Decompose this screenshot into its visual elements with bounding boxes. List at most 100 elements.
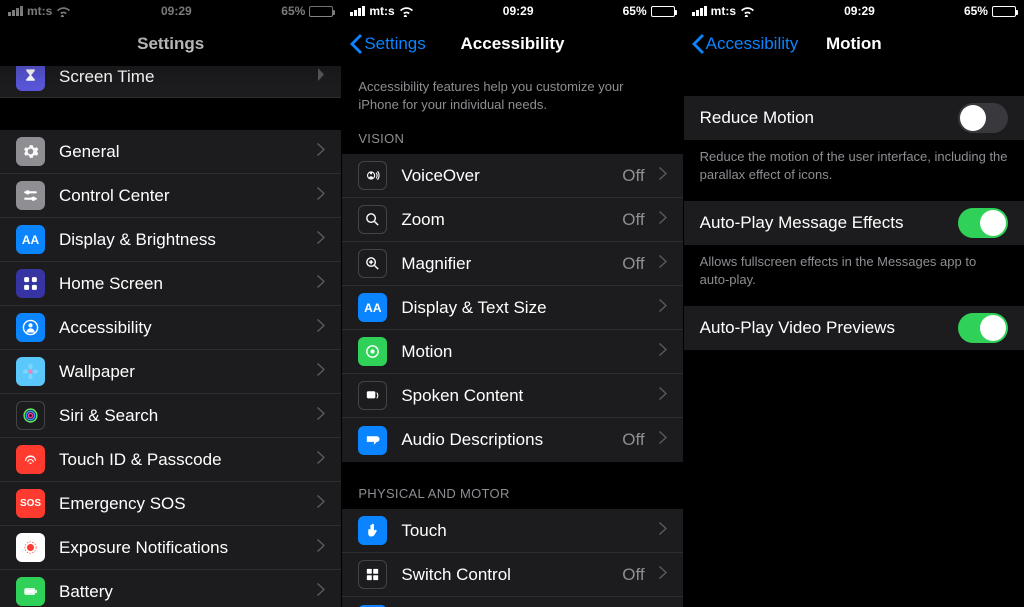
row-display-brightness[interactable]: AADisplay & Brightness xyxy=(0,218,341,262)
row-exposure-notifications[interactable]: Exposure Notifications xyxy=(0,526,341,570)
status-bar: mt:s 09:29 65% xyxy=(342,0,682,22)
battery-pct: 65% xyxy=(964,4,988,18)
back-label: Settings xyxy=(364,34,425,54)
row-voice-control[interactable]: Voice ControlOff xyxy=(342,597,682,607)
chevron-right-icon xyxy=(317,68,325,86)
clock: 09:29 xyxy=(71,4,281,18)
row-emergency-sos[interactable]: SOSEmergency SOS xyxy=(0,482,341,526)
toggle-reduce-motion[interactable] xyxy=(958,103,1008,133)
toggle-auto-play-video-previews[interactable] xyxy=(958,313,1008,343)
accessibility-scroll[interactable]: Accessibility features help you customiz… xyxy=(342,66,682,607)
row-spoken-content[interactable]: Spoken Content xyxy=(342,374,682,418)
back-button[interactable]: Settings xyxy=(350,34,425,54)
row-label: Display & Brightness xyxy=(59,230,303,250)
motion-screen: mt:s 09:29 65% Accessibility Motion Redu… xyxy=(683,0,1024,607)
row-label: VoiceOver xyxy=(401,166,608,186)
row-home-screen[interactable]: Home Screen xyxy=(0,262,341,306)
battery-icon xyxy=(309,6,333,17)
back-label: Accessibility xyxy=(706,34,799,54)
chevron-left-icon xyxy=(692,34,704,54)
row-value: Off xyxy=(622,166,644,186)
row-magnifier[interactable]: MagnifierOff xyxy=(342,242,682,286)
row-label: Audio Descriptions xyxy=(401,430,608,450)
row-label: Display & Text Size xyxy=(401,298,644,318)
chevron-right-icon xyxy=(659,566,667,584)
nav-bar: Settings Accessibility xyxy=(342,22,682,66)
row-zoom[interactable]: Zoom Off xyxy=(342,198,682,242)
row-footer: Allows fullscreen effects in the Message… xyxy=(684,245,1024,306)
row-label: Motion xyxy=(401,342,644,362)
row-value: Off xyxy=(622,565,644,585)
row-footer: Reduce the motion of the user interface,… xyxy=(684,140,1024,201)
row-reduce-motion[interactable]: Reduce Motion xyxy=(684,96,1024,140)
grid-icon xyxy=(16,269,45,298)
AA-icon: AA xyxy=(358,293,387,322)
voiceover-icon xyxy=(358,161,387,190)
exposure-icon xyxy=(16,533,45,562)
row-label: Battery xyxy=(59,582,303,602)
settings-screen: mt:s 09:29 65% Settings Screen Time Gene… xyxy=(0,0,341,607)
row-label: Wallpaper xyxy=(59,362,303,382)
chevron-right-icon xyxy=(659,255,667,273)
carrier-label: mt:s xyxy=(711,4,736,18)
row-label: Zoom xyxy=(401,210,608,230)
row-battery[interactable]: Battery xyxy=(0,570,341,607)
chevron-right-icon xyxy=(659,211,667,229)
row-label: Reduce Motion xyxy=(700,108,944,128)
row-label: Screen Time xyxy=(59,67,303,87)
nav-bar: Settings xyxy=(0,22,341,66)
status-bar: mt:s 09:29 65% xyxy=(0,0,341,22)
chevron-left-icon xyxy=(350,34,362,54)
row-screen-time[interactable]: Screen Time xyxy=(0,66,341,98)
row-general[interactable]: General xyxy=(0,130,341,174)
accessibility-screen: mt:s 09:29 65% Settings Accessibility Ac… xyxy=(341,0,682,607)
row-value: Off xyxy=(622,210,644,230)
row-touch-id-passcode[interactable]: Touch ID & Passcode xyxy=(0,438,341,482)
row-display-text-size[interactable]: AA Display & Text Size xyxy=(342,286,682,330)
section-physical: PHYSICAL AND MOTOR xyxy=(342,462,682,509)
back-button[interactable]: Accessibility xyxy=(692,34,799,54)
row-label: Touch ID & Passcode xyxy=(59,450,303,470)
row-voiceover[interactable]: VoiceOver Off xyxy=(342,154,682,198)
row-switch-control[interactable]: Switch ControlOff xyxy=(342,553,682,597)
row-label: Control Center xyxy=(59,186,303,206)
row-label: Exposure Notifications xyxy=(59,538,303,558)
row-wallpaper[interactable]: Wallpaper xyxy=(0,350,341,394)
zoom-icon xyxy=(358,205,387,234)
chevron-right-icon xyxy=(317,187,325,205)
chevron-right-icon xyxy=(317,495,325,513)
row-auto-play-message-effects[interactable]: Auto-Play Message Effects xyxy=(684,201,1024,245)
toggle-auto-play-message-effects[interactable] xyxy=(958,208,1008,238)
chevron-right-icon xyxy=(317,451,325,469)
row-control-center[interactable]: Control Center xyxy=(0,174,341,218)
touch-icon xyxy=(358,516,387,545)
row-audio-descriptions[interactable]: Audio DescriptionsOff xyxy=(342,418,682,462)
signal-icon xyxy=(692,6,707,16)
chevron-right-icon xyxy=(317,539,325,557)
row-siri-search[interactable]: Siri & Search xyxy=(0,394,341,438)
row-touch[interactable]: Touch xyxy=(342,509,682,553)
nav-bar: Accessibility Motion xyxy=(684,22,1024,66)
settings-list-scroll[interactable]: Screen Time General Control Center AADispl… xyxy=(0,66,341,607)
battery-icon xyxy=(16,577,45,606)
chevron-right-icon xyxy=(317,143,325,161)
row-label: General xyxy=(59,142,303,162)
motion-scroll[interactable]: Reduce Motion Reduce the motion of the us… xyxy=(684,66,1024,607)
chevron-right-icon xyxy=(659,431,667,449)
fingerprint-icon xyxy=(16,445,45,474)
carrier-label: mt:s xyxy=(27,4,52,18)
signal-icon xyxy=(350,6,365,16)
row-label: Accessibility xyxy=(59,318,303,338)
chevron-right-icon xyxy=(659,522,667,540)
row-auto-play-video-previews[interactable]: Auto-Play Video Previews xyxy=(684,306,1024,350)
wifi-icon xyxy=(740,6,755,17)
chevron-right-icon xyxy=(317,407,325,425)
chevron-right-icon xyxy=(317,363,325,381)
chevron-right-icon xyxy=(317,275,325,293)
battery-icon xyxy=(651,6,675,17)
sliders-icon xyxy=(16,181,45,210)
row-motion[interactable]: Motion xyxy=(342,330,682,374)
audiodesc-icon xyxy=(358,426,387,455)
chevron-right-icon xyxy=(317,319,325,337)
row-accessibility[interactable]: Accessibility xyxy=(0,306,341,350)
